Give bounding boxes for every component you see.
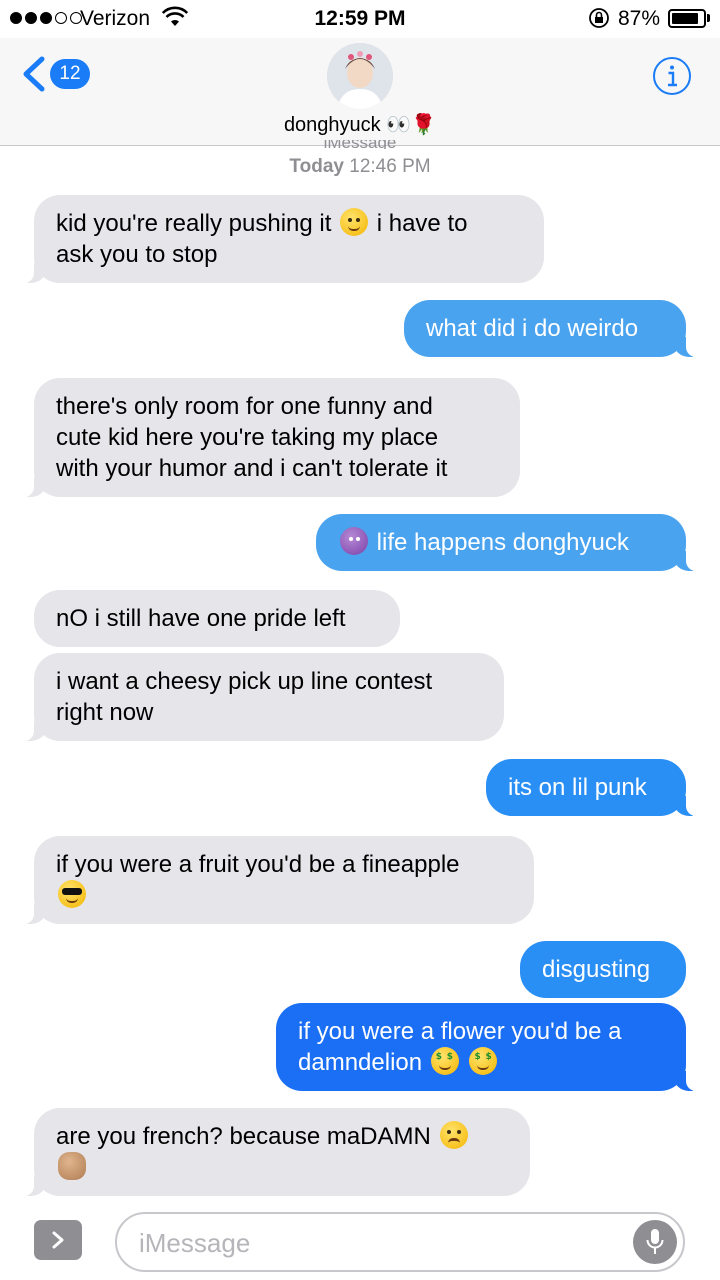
message-bubble-outgoing[interactable]: what did i do weirdo — [404, 300, 696, 357]
conversation-header: 12 donghyuck 👀🌹 — [0, 38, 720, 146]
microphone-button[interactable] — [633, 1220, 677, 1264]
rotation-lock-icon — [589, 8, 609, 28]
unread-count-badge: 12 — [50, 59, 90, 89]
message-bubble-incoming[interactable]: if you were a fruit you'd be a fineapple — [24, 836, 534, 924]
app-drawer-button[interactable] — [34, 1220, 82, 1260]
tired-face-icon — [439, 1121, 468, 1149]
money-mouth-face-icon: $ $ — [430, 1047, 459, 1075]
message-bubble-outgoing[interactable]: its on lil punk — [486, 759, 696, 816]
chevron-right-icon — [52, 1231, 64, 1249]
back-button[interactable]: 12 — [18, 56, 90, 92]
chevron-left-icon — [23, 56, 45, 92]
message-bubble-incoming[interactable]: there's only room for one funny and cute… — [24, 378, 520, 497]
battery-icon — [668, 9, 706, 28]
message-input[interactable] — [139, 1226, 619, 1260]
clapping-hands-icon — [58, 1152, 86, 1180]
sunglasses-face-icon — [58, 880, 86, 908]
message-input-container[interactable] — [115, 1212, 685, 1272]
message-bubble-incoming[interactable]: kid you're really pushing it i have to a… — [24, 195, 544, 283]
conversation-timestamp: Today 12:46 PM — [289, 156, 431, 177]
service-label: iMessage — [0, 140, 720, 149]
battery-percent: 87% — [618, 7, 661, 30]
compose-bar — [0, 1200, 720, 1280]
status-bar: Verizon 12:59 PM 87% — [0, 0, 720, 38]
contact-avatar[interactable] — [327, 43, 393, 109]
message-bubble-incoming[interactable]: nO i still have one pride left — [34, 590, 400, 647]
message-bubble-incoming[interactable]: i want a cheesy pick up line contest rig… — [24, 653, 504, 741]
message-bubble-outgoing[interactable]: if you were a flower you'd be a damndeli… — [276, 1003, 696, 1091]
message-bubble-outgoing[interactable]: disgusting — [520, 941, 686, 998]
microphone-icon — [646, 1229, 664, 1254]
message-bubble-outgoing[interactable]: life happens donghyuck — [316, 514, 696, 571]
shrug-woman-icon — [340, 527, 368, 555]
steam-face-icon — [340, 208, 369, 236]
status-time: 12:59 PM — [314, 7, 406, 30]
message-bubble-incoming[interactable]: are you french? because maDAMN — [24, 1108, 530, 1196]
contact-name[interactable]: donghyuck 👀🌹 — [0, 112, 720, 137]
money-mouth-face-icon: $ $ — [469, 1047, 498, 1075]
info-icon[interactable] — [652, 56, 692, 96]
